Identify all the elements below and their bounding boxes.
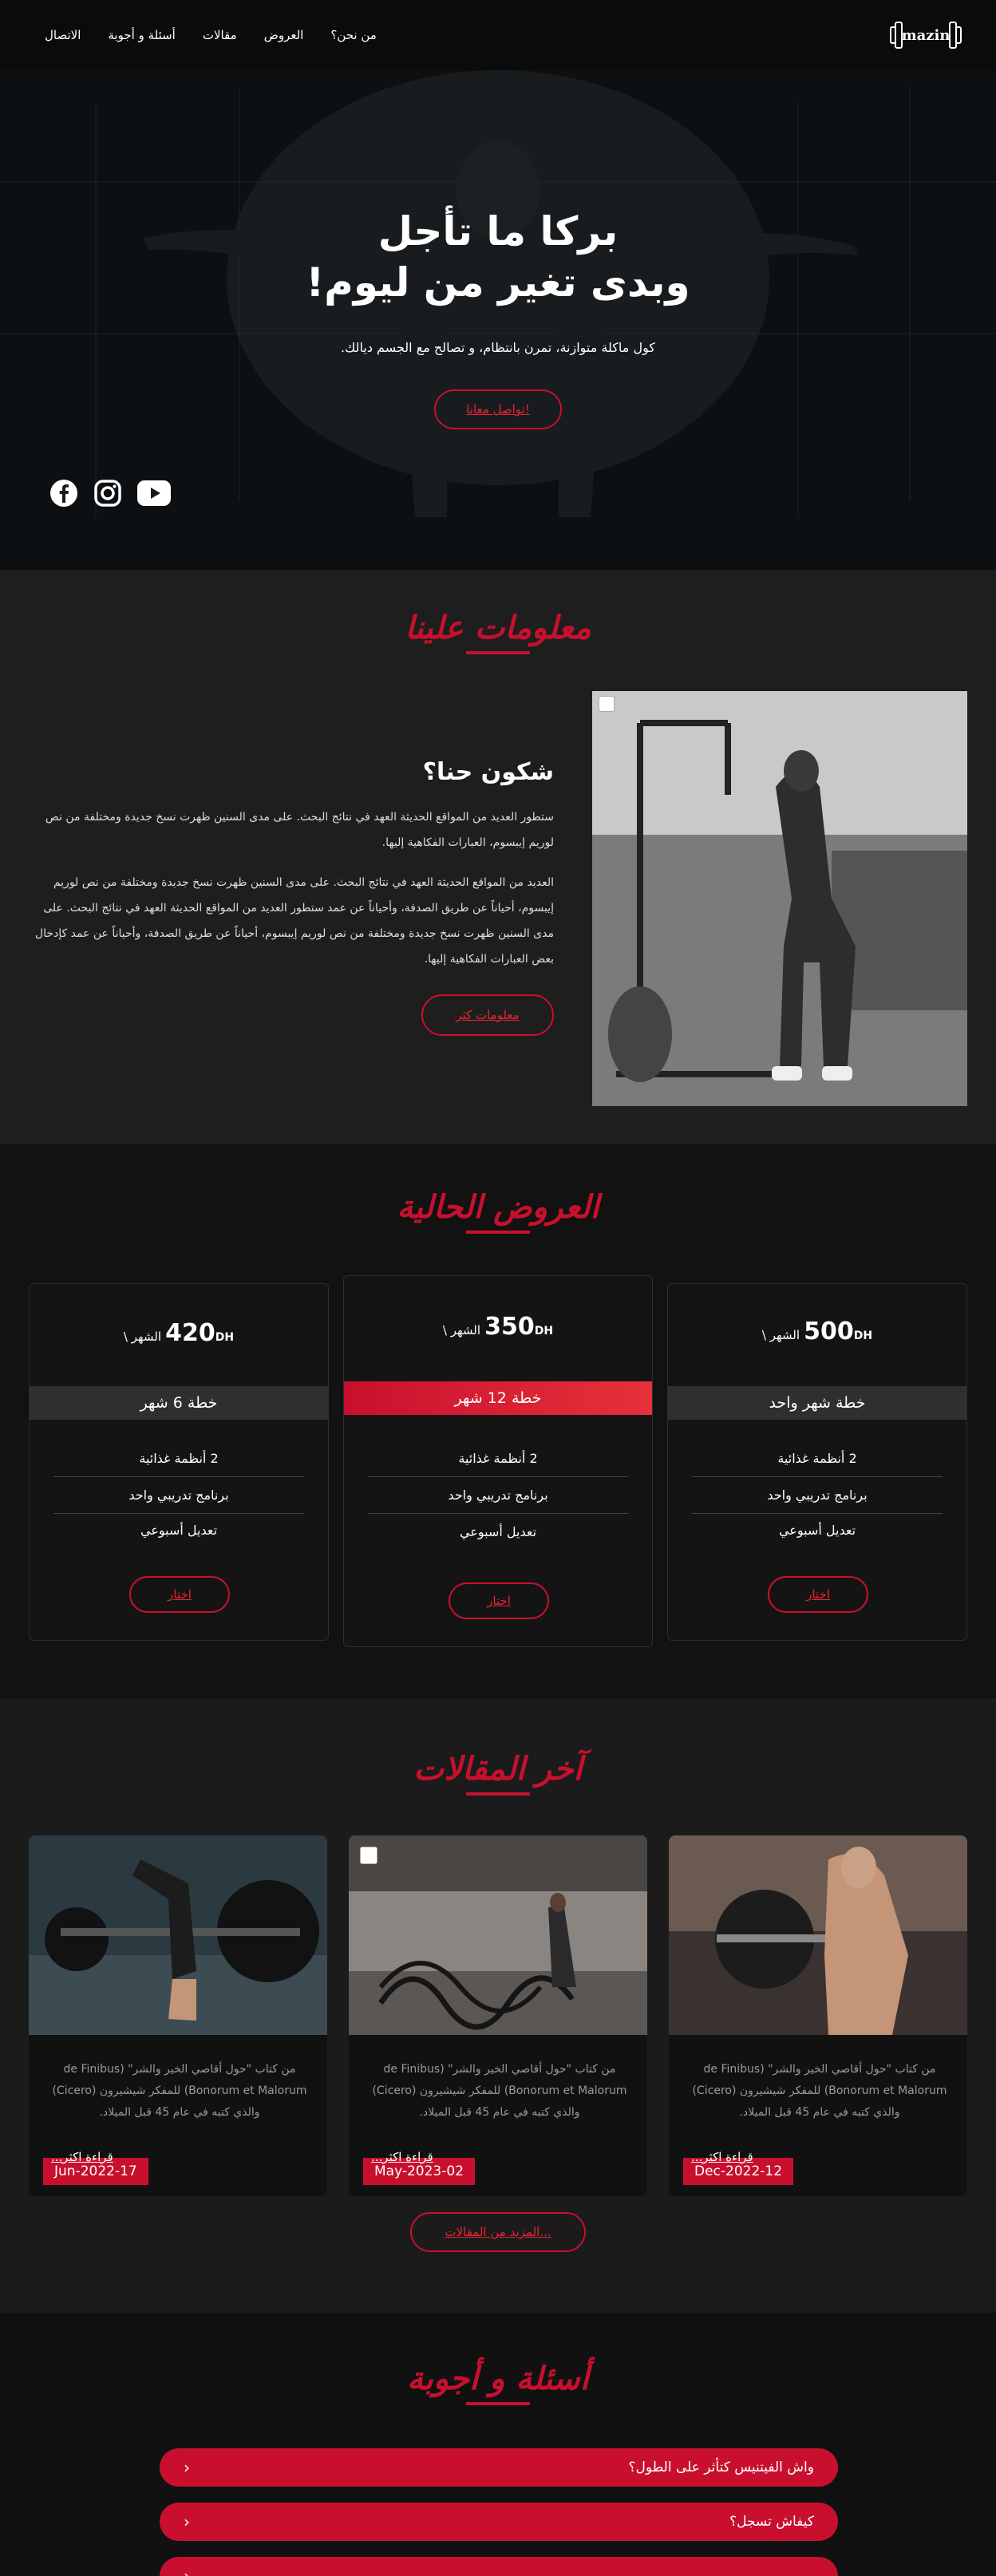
article-excerpt: من كتاب "حول أقاصي الخير والشر" (de Fini…: [52, 2063, 307, 2119]
article-image: [29, 1835, 327, 2035]
instagram-icon[interactable]: [94, 480, 121, 510]
price-period: الشهر \: [761, 1328, 800, 1342]
title-underline: [466, 1231, 530, 1234]
faq-item[interactable]: واش الفيتنيس كتأثر على الطول؟ ‹: [160, 2448, 838, 2487]
title-underline: [466, 1792, 530, 1796]
about-paragraph-2: العديد من المواقع الحديثة العهد في نتائج…: [34, 876, 554, 966]
about-more-button[interactable]: معلومات كثر: [421, 994, 554, 1036]
offers-title-text: العروض الحالية: [397, 1189, 599, 1226]
faq-question: واش الفيتنيس كتأثر على الطول؟: [628, 2459, 814, 2475]
price-currency: DH: [534, 1325, 554, 1337]
chevron-left-icon: ‹: [184, 2458, 190, 2477]
plan-price: 350DH الشهر \: [344, 1313, 652, 1341]
plan-feature: برنامج تدريبي واحد: [368, 1477, 628, 1514]
article-excerpt: من كتاب "حول أقاصي الخير والشر" (de Fini…: [372, 2063, 627, 2119]
articles-title-text: آخر المقالات: [413, 1751, 583, 1788]
price-currency: DH: [215, 1331, 235, 1344]
hero-title: بركا ما تأجل وبدى تغير من ليوم!: [0, 206, 996, 308]
about-title-text: معلومات علينا: [405, 610, 591, 646]
plan-feature: تعديل أسبوعي: [778, 1523, 856, 1538]
nav-link-offers[interactable]: العروض: [264, 28, 304, 42]
brand-logo[interactable]: mazin: [887, 13, 964, 57]
read-more-link[interactable]: قراءة اكثر...: [51, 2150, 113, 2164]
faq-item[interactable]: كيفاش تسجل؟ ‹: [160, 2503, 838, 2541]
plan-price: 500DH الشهر \: [668, 1318, 966, 1345]
plan-feature: برنامج تدريبي واحد: [53, 1477, 304, 1514]
articles-section-title: آخر المقالات: [0, 1751, 996, 1796]
nav-link-faq[interactable]: أسئلة و أجوبة: [108, 28, 175, 42]
plan-card-12-months: 350DH الشهر \ خطة 12 شهر 2 أنظمة غذائية …: [343, 1275, 653, 1647]
facebook-icon[interactable]: [49, 479, 78, 511]
offers-section: العروض الحالية 500DH الشهر \ خطة شهر واح…: [0, 1144, 996, 1698]
nav-link-articles[interactable]: مقالات: [203, 28, 237, 42]
youtube-icon[interactable]: [137, 480, 171, 509]
article-image: [669, 1835, 967, 2035]
article-card[interactable]: Dec-2022-12 من كتاب "حول أقاصي الخير وال…: [669, 1835, 967, 2196]
faq-item[interactable]: ‹: [160, 2557, 838, 2576]
read-more-link[interactable]: قراءة اكثر...: [371, 2150, 433, 2164]
choose-plan-button[interactable]: اختار: [768, 1576, 868, 1613]
hero-title-line1: بركا ما تأجل: [377, 208, 619, 255]
about-gym-photo: [592, 691, 967, 1106]
hero-subtitle: كول ماكلة متوازنة، تمرن بانتظام، و تصالح…: [341, 340, 655, 355]
plan-feature: 2 أنظمة غذائية: [368, 1440, 628, 1477]
price-currency: DH: [853, 1329, 873, 1342]
about-section: معلومات علينا شكون حنا؟ ستطور العديد من …: [0, 570, 996, 1144]
plan-price: 420DH الشهر \: [30, 1319, 328, 1347]
about-section-title: معلومات علينا: [0, 610, 996, 654]
nav-link-about[interactable]: من نحن؟: [330, 28, 376, 42]
plan-name: خطة شهر واحد: [668, 1386, 966, 1420]
plan-feature: برنامج تدريبي واحد: [692, 1477, 943, 1514]
plan-feature: 2 أنظمة غذائية: [692, 1440, 943, 1477]
price-period: الشهر \: [123, 1329, 162, 1344]
chevron-left-icon: ‹: [184, 2512, 190, 2531]
price-value: 500: [804, 1318, 854, 1345]
choose-plan-button[interactable]: اختار: [449, 1582, 549, 1619]
faq-question: كيفاش تسجل؟: [729, 2514, 814, 2530]
choose-plan-button[interactable]: اختار: [129, 1576, 230, 1613]
faq-section-title: أسئلة و أجوبة: [0, 2361, 996, 2405]
title-underline: [466, 651, 530, 654]
article-image: [349, 1835, 647, 2035]
article-card[interactable]: May-2023-02 من كتاب "حول أقاصي الخير وال…: [349, 1835, 647, 2196]
about-heading: شكون حنا؟: [422, 758, 554, 786]
plan-name: خطة 6 شهر: [30, 1386, 328, 1420]
chevron-left-icon: ‹: [184, 2566, 190, 2576]
hero-section: بركا ما تأجل وبدى تغير من ليوم! كول ماكل…: [0, 70, 996, 570]
contact-cta-button[interactable]: تواصل معانا!: [434, 389, 562, 429]
price-value: 350: [484, 1313, 535, 1341]
price-period: الشهر \: [442, 1323, 481, 1337]
offers-section-title: العروض الحالية: [0, 1189, 996, 1234]
nav-links: من نحن؟ العروض مقالات أسئلة و أجوبة الات…: [45, 28, 377, 42]
plan-card-1-month: 500DH الشهر \ خطة شهر واحد 2 أنظمة غذائي…: [667, 1283, 967, 1641]
social-links: [49, 479, 171, 511]
about-paragraph-1: ستطور العديد من المواقع الحديثة العهد في…: [45, 811, 554, 849]
article-excerpt: من كتاب "حول أقاصي الخير والشر" (de Fini…: [692, 2063, 947, 2119]
read-more-link[interactable]: قراءة اكثر...: [691, 2150, 753, 2164]
hero-title-line2: وبدى تغير من ليوم!: [306, 259, 690, 306]
more-articles-button[interactable]: المزيد من المقالات...: [410, 2212, 586, 2252]
faq-title-text: أسئلة و أجوبة: [407, 2361, 589, 2397]
plan-feature: تعديل أسبوعي: [459, 1524, 537, 1539]
svg-text:mazin: mazin: [902, 27, 951, 44]
article-card[interactable]: Jun-2022-17 من كتاب "حول أقاصي الخير وال…: [29, 1835, 327, 2196]
faq-section: أسئلة و أجوبة واش الفيتنيس كتأثر على الط…: [0, 2313, 996, 2576]
top-navbar: من نحن؟ العروض مقالات أسئلة و أجوبة الات…: [0, 0, 996, 70]
plan-feature: 2 أنظمة غذائية: [53, 1440, 304, 1477]
image-broken-icon: [599, 696, 615, 712]
plan-card-6-months: 420DH الشهر \ خطة 6 شهر 2 أنظمة غذائية ب…: [29, 1283, 329, 1641]
title-underline: [466, 2402, 530, 2405]
image-broken-icon: [360, 1847, 377, 1864]
nav-link-contact[interactable]: الاتصال: [45, 28, 81, 42]
plan-name-featured: خطة 12 شهر: [344, 1381, 652, 1415]
plan-feature: تعديل أسبوعي: [140, 1523, 218, 1538]
price-value: 420: [165, 1319, 215, 1347]
